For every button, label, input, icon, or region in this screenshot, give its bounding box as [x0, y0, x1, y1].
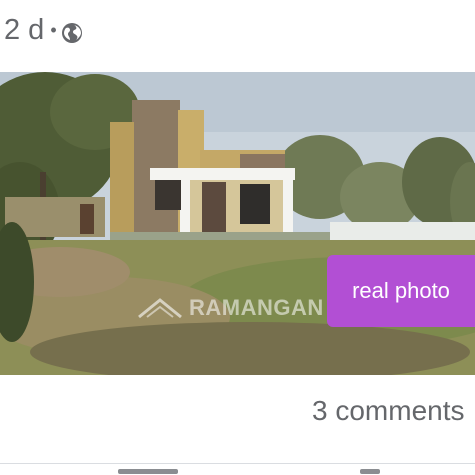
globe-icon[interactable] [61, 19, 83, 43]
post-card: 2 d • RAMANGAN real photo 3 comments [0, 0, 475, 475]
real-photo-badge: real photo [327, 255, 475, 327]
footer-divider [0, 463, 475, 464]
post-footer: 3 comments [0, 375, 475, 475]
post-photo[interactable]: RAMANGAN [0, 72, 475, 375]
comment-action-stub [118, 469, 178, 474]
watermark-logo-icon [138, 298, 182, 319]
post-meta: 2 d • [4, 12, 83, 48]
comment-count-link[interactable]: 3 comments [312, 395, 465, 427]
watermark-text: RAMANGAN [189, 295, 324, 320]
post-header: 2 d • [0, 0, 475, 72]
share-action-stub [360, 469, 380, 474]
watermark: RAMANGAN [137, 290, 337, 326]
house-photo [0, 72, 475, 375]
post-timestamp[interactable]: 2 d [4, 14, 44, 47]
meta-separator: • [50, 20, 57, 40]
